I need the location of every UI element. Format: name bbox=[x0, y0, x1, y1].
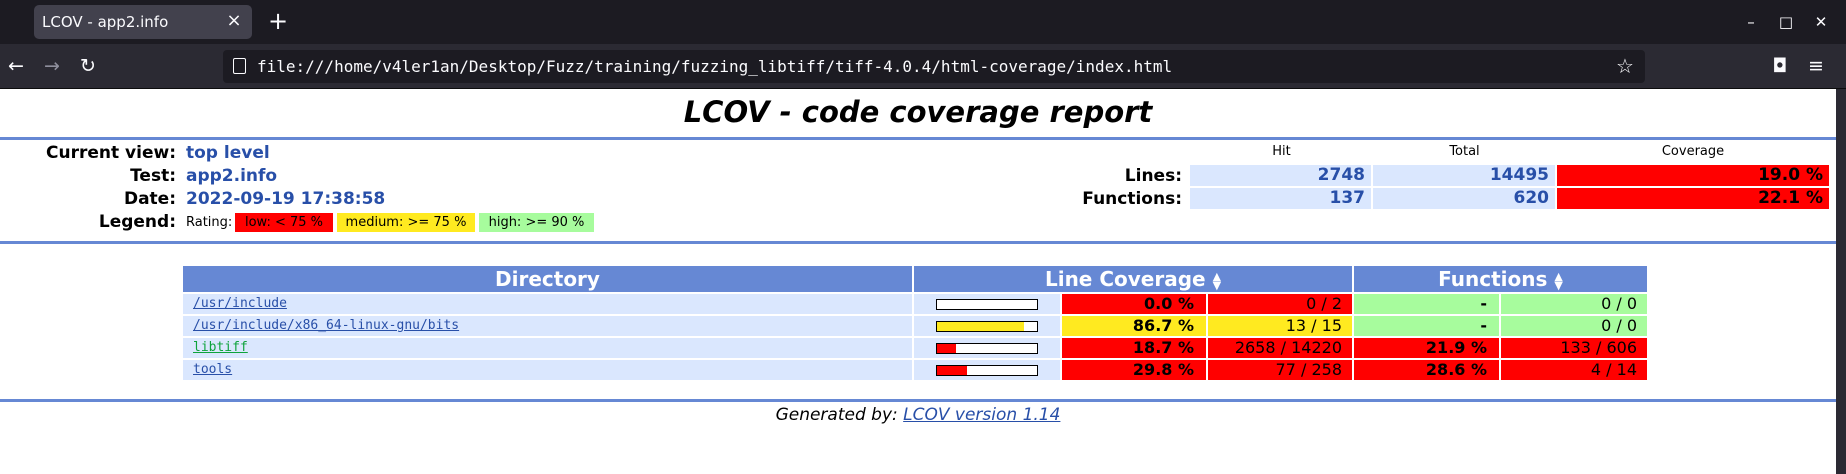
function-coverage-percent: 28.6 % bbox=[1354, 360, 1499, 380]
directory-cell: tools bbox=[183, 360, 912, 380]
coverage-bar-fill bbox=[937, 322, 1024, 331]
sort-icon[interactable]: ▲ ▼ bbox=[1554, 271, 1562, 291]
function-coverage-count: 133 / 606 bbox=[1501, 338, 1647, 358]
summary-total-header: Total bbox=[1449, 144, 1480, 159]
coverage-bar bbox=[936, 321, 1038, 332]
legend-label: Legend: bbox=[98, 212, 176, 232]
directory-link[interactable]: tools bbox=[193, 362, 232, 377]
functions-header-label: Functions bbox=[1438, 267, 1548, 291]
summary-lines-coverage: 19.0 % bbox=[1557, 165, 1829, 186]
summary-lines-label: Lines: bbox=[1124, 166, 1182, 186]
function-coverage-percent: - bbox=[1354, 294, 1499, 314]
function-coverage-count: 0 / 0 bbox=[1501, 294, 1647, 314]
window-close-icon[interactable]: ✕ bbox=[1810, 11, 1832, 33]
function-coverage-percent: - bbox=[1354, 316, 1499, 336]
directory-link[interactable]: libtiff bbox=[193, 340, 248, 355]
menu-icon[interactable]: ≡ bbox=[1804, 54, 1828, 78]
summary-functions-coverage: 22.1 % bbox=[1557, 188, 1829, 209]
coverage-bar-cell bbox=[914, 338, 1060, 358]
back-arrow-icon[interactable]: ← bbox=[4, 54, 28, 78]
url-bar[interactable]: file:///home/v4ler1an/Desktop/Fuzz/train… bbox=[223, 50, 1645, 83]
maximize-icon[interactable]: □ bbox=[1775, 11, 1797, 33]
lcov-version-link[interactable]: LCOV version 1.14 bbox=[903, 405, 1060, 425]
function-coverage-count: 4 / 14 bbox=[1501, 360, 1647, 380]
summary-coverage-header: Coverage bbox=[1661, 144, 1725, 159]
directory-cell: /usr/include bbox=[183, 294, 912, 314]
line-coverage-count: 77 / 258 bbox=[1208, 360, 1352, 380]
browser-tab[interactable]: LCOV - app2.info × bbox=[34, 5, 252, 39]
coverage-bar-cell bbox=[914, 360, 1060, 380]
directory-cell: libtiff bbox=[183, 338, 912, 358]
directory-cell: /usr/include/x86_64-linux-gnu/bits bbox=[183, 316, 912, 336]
legend-medium: medium: >= 75 % bbox=[337, 213, 475, 232]
bookmark-star-icon[interactable]: ☆ bbox=[1613, 54, 1637, 78]
directory-link[interactable]: /usr/include bbox=[193, 296, 287, 311]
bottom-divider bbox=[0, 399, 1836, 402]
coverage-bar-fill bbox=[937, 366, 967, 375]
coverage-bar-fill bbox=[937, 344, 956, 353]
summary-functions-total: 620 bbox=[1373, 188, 1555, 209]
line-coverage-count: 0 / 2 bbox=[1208, 294, 1352, 314]
coverage-bar bbox=[936, 343, 1038, 354]
line-coverage-percent: 18.7 % bbox=[1062, 338, 1206, 358]
line-coverage-percent: 29.8 % bbox=[1062, 360, 1206, 380]
summary-lines-hit: 2748 bbox=[1190, 165, 1371, 186]
tab-bar: LCOV - app2.info × + – □ ✕ bbox=[0, 0, 1846, 44]
minimize-icon[interactable]: – bbox=[1740, 11, 1762, 33]
top-divider bbox=[0, 137, 1836, 140]
coverage-bar bbox=[936, 365, 1038, 376]
middle-divider bbox=[0, 241, 1836, 244]
footer: Generated by: LCOV version 1.14 bbox=[0, 405, 1836, 425]
summary-hit-header: Hit bbox=[1272, 144, 1291, 159]
line-coverage-header[interactable]: Line Coverage ▲ ▼ bbox=[914, 266, 1352, 292]
page-title: LCOV - code coverage report bbox=[683, 95, 1153, 129]
directory-header: Directory bbox=[183, 266, 912, 292]
url-text[interactable]: file:///home/v4ler1an/Desktop/Fuzz/train… bbox=[257, 57, 1172, 76]
new-tab-icon[interactable]: + bbox=[266, 9, 290, 33]
footer-prefix: Generated by: bbox=[775, 405, 898, 425]
summary-lines-total: 14495 bbox=[1373, 165, 1555, 186]
line-coverage-header-label: Line Coverage bbox=[1044, 267, 1206, 291]
nav-bar: ← → ↻ file:///home/v4ler1an/Desktop/Fuzz… bbox=[0, 44, 1846, 89]
scrollbar[interactable] bbox=[1836, 89, 1846, 474]
forward-arrow-icon[interactable]: → bbox=[40, 54, 64, 78]
coverage-bar bbox=[936, 299, 1038, 310]
legend-low: low: < 75 % bbox=[235, 213, 333, 232]
sort-icon[interactable]: ▲ ▼ bbox=[1213, 271, 1221, 291]
line-coverage-percent: 86.7 % bbox=[1062, 316, 1206, 336]
date-label: Date: bbox=[123, 189, 176, 209]
function-coverage-count: 0 / 0 bbox=[1501, 316, 1647, 336]
coverage-bar-cell bbox=[914, 316, 1060, 336]
page-icon bbox=[233, 58, 246, 74]
line-coverage-count: 13 / 15 bbox=[1208, 316, 1352, 336]
directory-link[interactable]: /usr/include/x86_64-linux-gnu/bits bbox=[193, 318, 459, 333]
current-view-value[interactable]: top level bbox=[186, 143, 270, 163]
tab-title: LCOV - app2.info bbox=[42, 13, 169, 31]
summary-functions-label: Functions: bbox=[1082, 189, 1182, 209]
legend-high: high: >= 90 % bbox=[479, 213, 594, 232]
rating-label: Rating: bbox=[186, 215, 233, 230]
test-label: Test: bbox=[130, 166, 176, 186]
summary-functions-hit: 137 bbox=[1190, 188, 1371, 209]
reload-icon[interactable]: ↻ bbox=[76, 54, 100, 78]
date-value: 2022-09-19 17:38:58 bbox=[186, 189, 386, 209]
functions-header[interactable]: Functions ▲ ▼ bbox=[1354, 266, 1647, 292]
line-coverage-percent: 0.0 % bbox=[1062, 294, 1206, 314]
line-coverage-count: 2658 / 14220 bbox=[1208, 338, 1352, 358]
pocket-icon[interactable]: ◘ bbox=[1768, 54, 1792, 78]
function-coverage-percent: 21.9 % bbox=[1354, 338, 1499, 358]
report-page: LCOV - code coverage report Current view… bbox=[0, 89, 1836, 474]
test-value: app2.info bbox=[186, 166, 278, 186]
close-tab-icon[interactable]: × bbox=[224, 11, 244, 31]
coverage-bar-cell bbox=[914, 294, 1060, 314]
current-view-label: Current view: bbox=[46, 143, 176, 163]
